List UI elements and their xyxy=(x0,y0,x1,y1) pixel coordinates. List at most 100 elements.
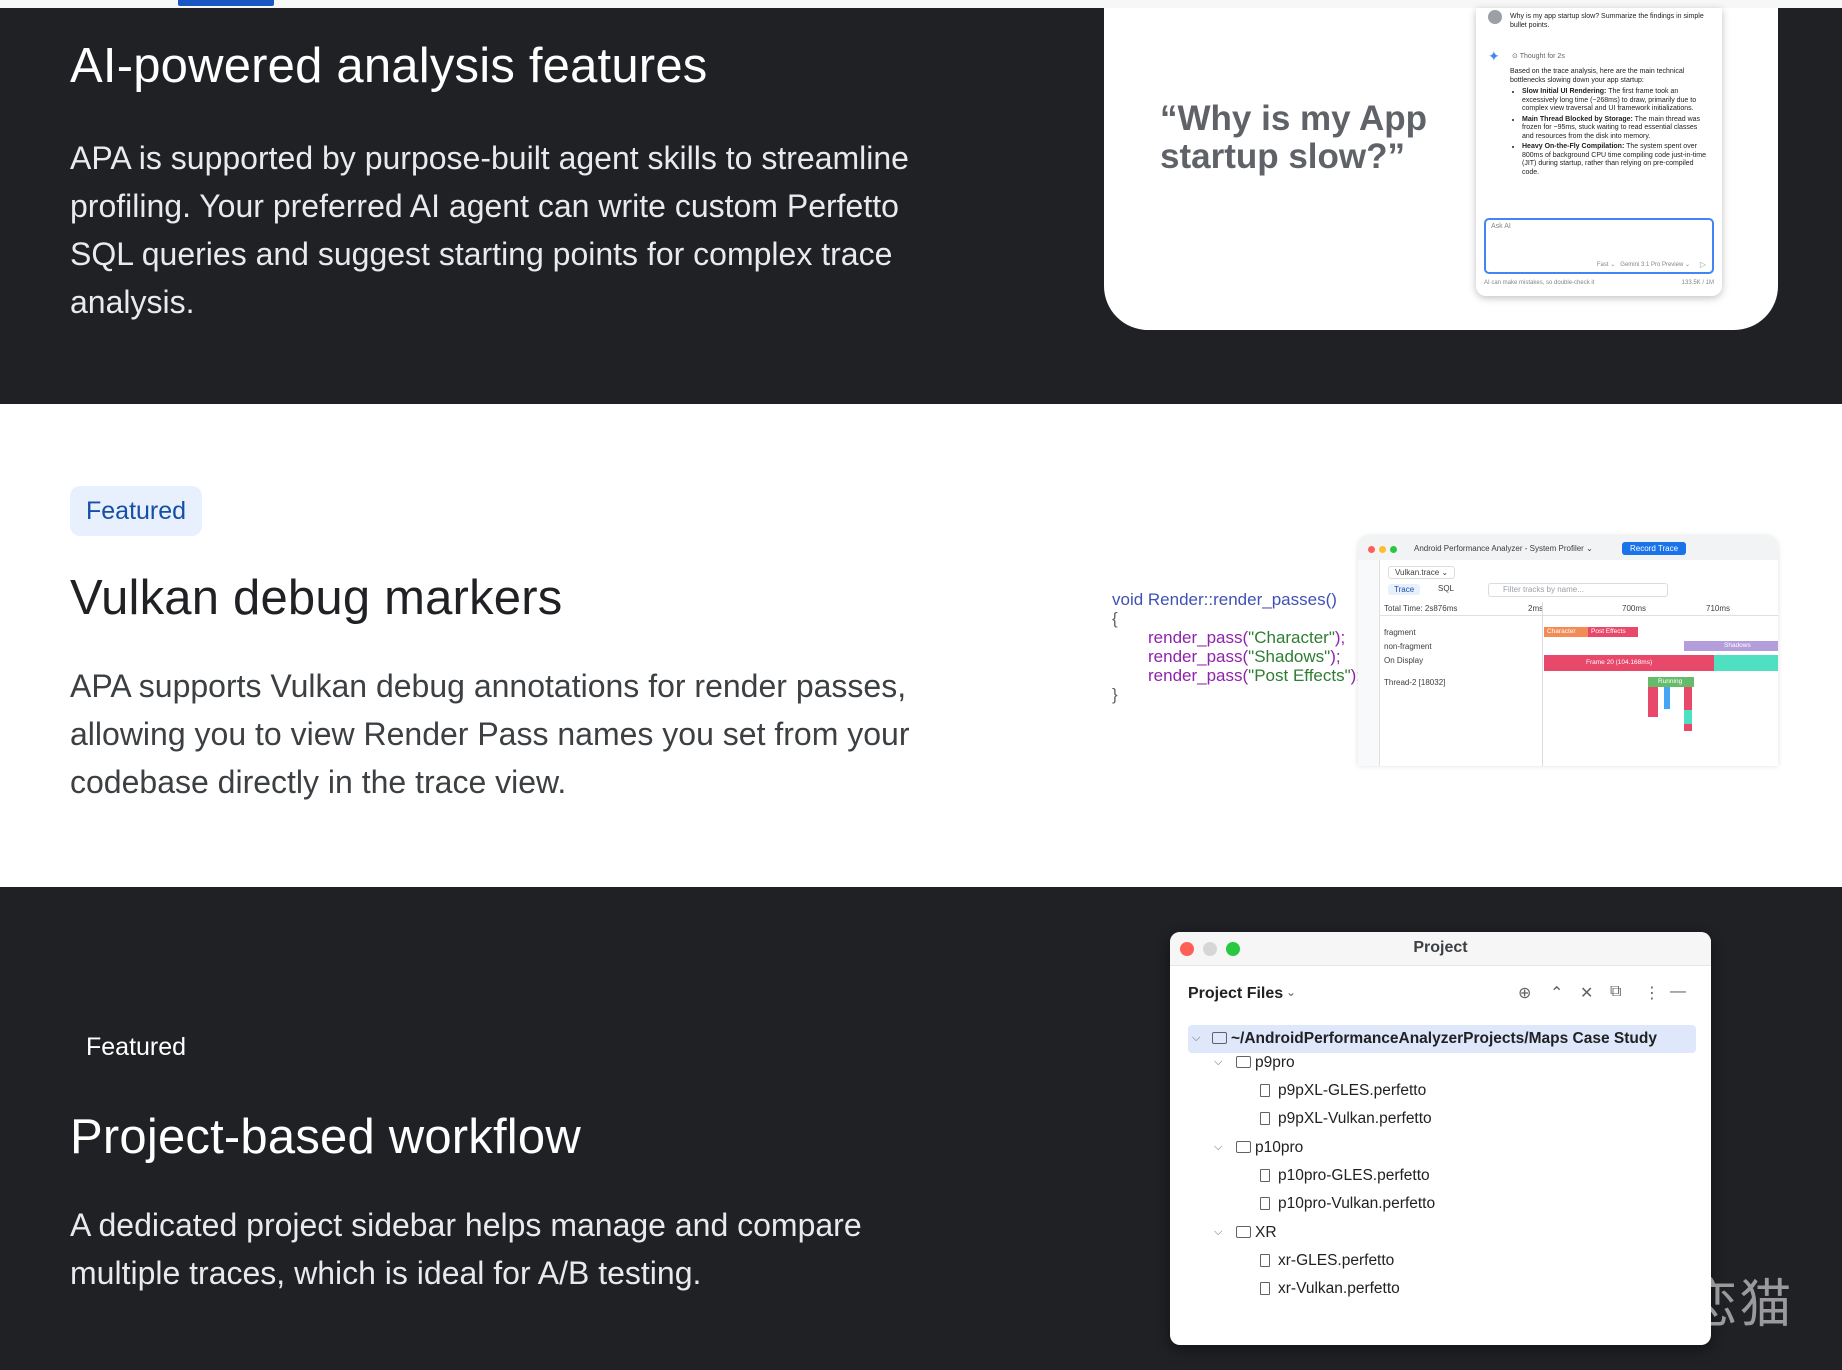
project-files-dropdown[interactable]: Project Files xyxy=(1188,985,1283,1003)
model-dropdown[interactable]: Gemini 3.1 Pro Preview ⌄ xyxy=(1620,262,1690,268)
time-axis: Total Time: 2s876ms 2ms 700ms 710ms xyxy=(1380,602,1778,616)
ai-chat-panel: Why is my app startup slow? Summarize th… xyxy=(1476,8,1722,296)
ai-quote: “Why is my App startup slow?” xyxy=(1160,99,1428,176)
mode-dropdown[interactable]: Fast ⌄ xyxy=(1597,262,1615,268)
code-end: ); xyxy=(1334,628,1346,647)
zoom-dot-icon[interactable] xyxy=(1390,546,1397,553)
code-close-brace: } xyxy=(1112,685,1118,704)
track-label[interactable]: On Display xyxy=(1384,656,1423,665)
frame-tail-block[interactable] xyxy=(1714,655,1778,671)
autoscroll-icon[interactable]: ⧉ xyxy=(1610,983,1621,1001)
slice-block[interactable] xyxy=(1648,687,1658,717)
tree-folder[interactable]: p10pro xyxy=(1236,1134,1303,1162)
profiler-titlebar: Android Performance Analyzer - System Pr… xyxy=(1358,536,1778,560)
featured-chip: Featured xyxy=(70,486,203,536)
expand-icon[interactable]: ⌃ xyxy=(1550,983,1563,1003)
chevron-down-icon[interactable]: ⌵ xyxy=(1214,1056,1222,1069)
section-vulkan: Featured Vulkan debug markers APA suppor… xyxy=(0,404,1842,887)
user-prompt: Why is my app startup slow? Summarize th… xyxy=(1510,13,1704,29)
track-label[interactable]: fragment xyxy=(1384,628,1416,637)
locate-icon[interactable]: ⊕ xyxy=(1518,983,1531,1003)
render-pass-character[interactable]: Character xyxy=(1544,627,1588,637)
thought-indicator[interactable]: ⊙ Thought for 2s xyxy=(1512,52,1565,60)
send-icon[interactable]: ▷ xyxy=(1700,260,1706,269)
filter-tracks-input[interactable]: Filter tracks by name... xyxy=(1488,583,1668,597)
file-name: p9pXL-GLES.perfetto xyxy=(1278,1082,1427,1099)
tree-folder[interactable]: XR xyxy=(1236,1219,1277,1247)
tree-file[interactable]: p10pro-GLES.perfetto xyxy=(1260,1162,1430,1190)
code-open-brace: { xyxy=(1112,609,1118,628)
folder-name: p10pro xyxy=(1255,1139,1304,1156)
file-name: p10pro-GLES.perfetto xyxy=(1278,1167,1430,1184)
file-name: p10pro-Vulkan.perfetto xyxy=(1278,1195,1436,1212)
code-fn: render_pass( xyxy=(1148,628,1249,647)
minimize-dot-icon[interactable] xyxy=(1379,546,1386,553)
answer-intro: Based on the trace analysis, here are th… xyxy=(1510,68,1685,84)
user-avatar xyxy=(1488,10,1502,24)
section-ai-analysis: AI-powered analysis features APA is supp… xyxy=(0,8,1842,404)
code-arg: "Post Effects" xyxy=(1248,666,1351,685)
folder-name: p9pro xyxy=(1255,1054,1295,1071)
answer-bullet: Heavy On-the-Fly Compilation: The system… xyxy=(1522,143,1710,177)
token-count: 133.5K / 1M xyxy=(1681,280,1714,286)
code-fn: render_pass( xyxy=(1148,666,1249,685)
chevron-down-icon[interactable]: ⌵ xyxy=(1214,1226,1222,1239)
project-titlebar: Project xyxy=(1170,932,1711,966)
render-pass-shadows[interactable]: Shadows xyxy=(1684,641,1778,651)
section-body: A dedicated project sidebar helps manage… xyxy=(70,1207,862,1291)
answer-bullet: Slow Initial UI Rendering: The first fra… xyxy=(1522,88,1710,114)
tick-label: 710ms xyxy=(1706,604,1731,613)
record-trace-button[interactable]: Record Trace xyxy=(1622,542,1687,555)
tree-file[interactable]: xr-GLES.perfetto xyxy=(1260,1247,1394,1275)
track-label[interactable]: non-fragment xyxy=(1384,642,1432,651)
folder-icon xyxy=(1236,1056,1251,1068)
code-fn: render_pass( xyxy=(1148,647,1249,666)
code-line: render_pass("Character"); xyxy=(1112,628,1361,647)
tree-file[interactable]: xr-Vulkan.perfetto xyxy=(1260,1275,1400,1303)
section-body: APA supports Vulkan debug annotations fo… xyxy=(70,668,910,800)
bullet-head: Slow Initial UI Rendering: xyxy=(1522,88,1607,95)
folder-name: XR xyxy=(1255,1224,1277,1241)
slice-block[interactable] xyxy=(1664,687,1670,709)
total-time: Total Time: 2s876ms xyxy=(1384,604,1458,613)
file-name: xr-GLES.perfetto xyxy=(1278,1252,1395,1269)
model-selector[interactable]: Fast ⌄ Gemini 3.1 Pro Preview ⌄ xyxy=(1597,261,1690,268)
section-title: AI-powered analysis features xyxy=(70,39,708,93)
profiler-title[interactable]: Android Performance Analyzer - System Pr… xyxy=(1414,544,1593,553)
ask-ai-input[interactable]: Ask AI Fast ⌄ Gemini 3.1 Pro Preview ⌄ ▷ xyxy=(1484,218,1714,274)
tree-file[interactable]: p9pXL-GLES.perfetto xyxy=(1260,1077,1426,1105)
chevron-down-icon[interactable]: ⌵ xyxy=(1192,1032,1200,1045)
tick-label: 700ms xyxy=(1622,604,1647,613)
ai-demo-card: “Why is my App startup slow?” Why is my … xyxy=(1104,8,1778,330)
tab-sql[interactable]: SQL xyxy=(1438,584,1454,593)
close-dot-icon[interactable] xyxy=(1368,546,1375,553)
frame-block[interactable]: Frame 20 (104.168ms) xyxy=(1544,655,1714,671)
folder-icon xyxy=(1212,1032,1227,1044)
slice-block[interactable] xyxy=(1684,687,1692,731)
more-icon[interactable]: ⋮ xyxy=(1644,983,1660,1003)
render-pass-post-effects[interactable]: Post Effects xyxy=(1588,627,1638,637)
folder-icon xyxy=(1236,1141,1251,1153)
chevron-down-icon[interactable]: ⌵ xyxy=(1214,1141,1222,1154)
tree-file[interactable]: p10pro-Vulkan.perfetto xyxy=(1260,1190,1435,1218)
running-block[interactable]: Running xyxy=(1648,677,1694,687)
code-line: render_pass("Post Effects"); xyxy=(1112,666,1361,685)
file-tab[interactable]: Vulkan.trace ⌄ xyxy=(1388,566,1456,579)
tree-folder[interactable]: p9pro xyxy=(1236,1049,1295,1077)
code-arg: "Shadows" xyxy=(1248,647,1331,666)
tab-trace[interactable]: Trace xyxy=(1388,584,1421,595)
section-title: Project-based workflow xyxy=(70,1110,581,1164)
collapse-icon[interactable]: ✕ xyxy=(1580,983,1593,1003)
file-icon xyxy=(1260,1084,1270,1097)
root-path: ~/AndroidPerformanceAnalyzerProjects/Map… xyxy=(1231,1030,1657,1047)
chevron-down-icon[interactable]: ⌄ xyxy=(1286,985,1296,999)
file-name: p9pXL-Vulkan.perfetto xyxy=(1278,1110,1432,1127)
bullet-head: Heavy On-the-Fly Compilation: xyxy=(1522,143,1625,150)
slice-block[interactable] xyxy=(1684,710,1692,724)
tree-file[interactable]: p9pXL-Vulkan.perfetto xyxy=(1260,1105,1432,1133)
top-nav-strip xyxy=(0,0,1842,8)
track-label[interactable]: Thread-2 [18032] xyxy=(1384,678,1445,687)
section-title: Vulkan debug markers xyxy=(70,571,563,625)
hide-icon[interactable]: — xyxy=(1670,983,1686,1001)
file-icon xyxy=(1260,1112,1270,1125)
